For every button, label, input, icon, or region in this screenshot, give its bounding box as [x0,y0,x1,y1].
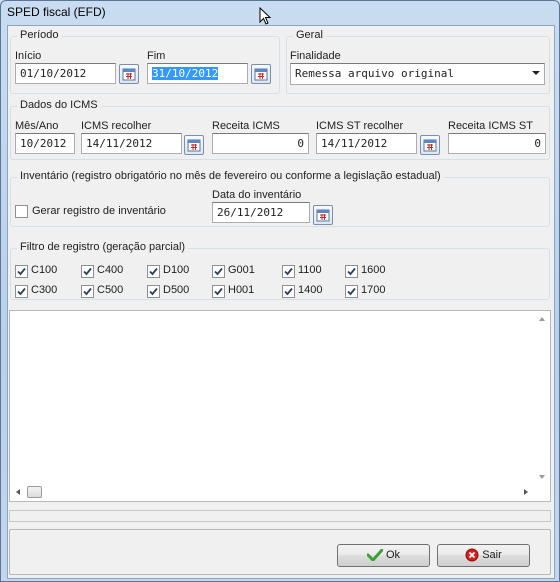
finalidade-value: Remessa arquivo original [295,67,454,80]
checkmark-icon [83,287,92,296]
receita-icms-label: Receita ICMS [212,120,280,132]
periodo-group: Período Início 01/10/2012 Fim 31/10/2012 [10,29,280,94]
dialog-body: Período Início 01/10/2012 Fim 31/10/2012 [7,25,555,579]
horizontal-scrollbar[interactable] [10,484,534,501]
filtro-checkbox-label: G001 [228,264,255,276]
filtro-checkbox[interactable] [15,285,28,298]
finalidade-label: Finalidade [290,50,341,62]
calendar-icon [423,139,437,152]
button-panel: Ok Sair [9,529,551,575]
scroll-down-icon[interactable] [539,475,545,479]
inicio-field[interactable]: 01/10/2012 [15,63,116,84]
mes-ano-field[interactable]: 10/2012 [15,133,75,154]
icms-group-title: Dados do ICMS [17,99,101,111]
receita-icms-st-field[interactable]: 0 [448,133,546,154]
fim-calendar-button[interactable] [251,64,271,84]
filtro-checkbox-label: C400 [97,264,124,276]
fim-field[interactable]: 31/10/2012 [147,63,248,84]
filtro-checkbox[interactable] [212,285,225,298]
icms-recolher-label: ICMS recolher [81,120,152,132]
checkmark-icon [149,267,158,276]
fim-selected-text: 31/10/2012 [152,67,219,80]
inicio-calendar-button[interactable] [119,64,139,84]
fim-label: Fim [147,50,166,62]
filtro-checkbox[interactable] [81,265,94,278]
filtro-checkbox-label: C500 [97,284,124,296]
icms-group: Dados do ICMS Mês/Ano 10/2012 ICMS recol… [10,99,550,160]
checkmark-icon [347,287,356,296]
checkmark-icon [83,267,92,276]
checkmark-icon [17,287,26,296]
vertical-scrollbar[interactable] [534,311,550,485]
filtro-group: Filtro de registro (geração parcial) C10… [10,241,550,300]
periodo-group-title: Período [17,29,62,41]
filtro-checkbox[interactable] [147,265,160,278]
checkmark-icon [347,267,356,276]
sair-button-label: Sair [482,549,502,561]
calendar-icon [122,68,136,81]
filtro-checkbox-label: D100 [163,264,190,276]
inventario-group-title: Inventário (registro obrigatório no mês … [17,170,444,182]
icms-st-recolher-calendar-button[interactable] [420,135,440,155]
geral-group-title: Geral [293,29,326,41]
mes-ano-label: Mês/Ano [15,120,59,132]
data-inventario-label: Data do inventário [212,189,302,201]
horizontal-scroll-thumb[interactable] [27,486,42,498]
scroll-left-icon[interactable] [16,489,20,495]
filtro-checkbox[interactable] [345,265,358,278]
filtro-checkbox-label: 1600 [361,264,386,276]
filtro-checkbox[interactable] [15,265,28,278]
filtro-checkbox[interactable] [345,285,358,298]
filtro-checkbox-label: D500 [163,284,190,296]
inventario-group: Inventário (registro obrigatório no mês … [10,170,550,227]
status-bar [9,510,551,522]
icms-st-recolher-label: ICMS ST recolher [316,120,404,132]
filtro-checkbox-label: 1100 [298,264,322,276]
icms-recolher-calendar-button[interactable] [184,135,204,155]
calendar-icon [254,68,268,81]
filtro-checkbox[interactable] [282,285,295,298]
icms-recolher-field[interactable]: 14/11/2012 [81,133,182,154]
filtro-checkbox[interactable] [212,265,225,278]
calendar-icon [316,209,330,222]
filtro-checkbox-label: 1400 [298,284,323,296]
data-inventario-calendar-button[interactable] [313,205,333,225]
filtro-checkbox[interactable] [147,285,160,298]
sair-button[interactable]: Sair [437,544,530,567]
data-inventario-field[interactable]: 26/11/2012 [212,202,310,223]
log-textarea[interactable] [9,310,551,502]
filtro-checkbox[interactable] [81,285,94,298]
receita-icms-field[interactable]: 0 [212,133,309,154]
chevron-down-icon[interactable] [532,71,540,75]
checkmark-icon [284,267,293,276]
checkmark-icon [214,267,223,276]
mouse-cursor-icon [259,7,271,25]
inicio-label: Início [15,50,42,62]
filtro-checkbox-label: 1700 [361,284,386,296]
scroll-up-icon[interactable] [539,317,545,321]
finalidade-select[interactable]: Remessa arquivo original [290,63,545,85]
checkmark-icon [366,549,383,562]
calendar-icon [187,139,201,152]
geral-group: Geral Finalidade Remessa arquivo origina… [286,29,550,94]
checkmark-icon [17,267,26,276]
filtro-group-title: Filtro de registro (geração parcial) [17,241,189,253]
exit-icon [465,548,479,562]
filtro-checkbox[interactable] [282,265,295,278]
icms-st-recolher-field[interactable]: 14/11/2012 [316,133,417,154]
filtro-checkbox-label: C300 [31,284,58,296]
filtro-checkbox-label: H001 [228,284,255,296]
window-title: SPED fiscal (EFD) [7,5,106,19]
checkmark-icon [284,287,293,296]
ok-button-label: Ok [385,549,401,561]
checkmark-icon [214,287,223,296]
gerar-inventario-checkbox[interactable] [15,205,28,218]
receita-icms-st-label: Receita ICMS ST [448,120,533,132]
gerar-inventario-label: Gerar registro de inventário [32,205,166,217]
checkmark-icon [149,287,158,296]
ok-button[interactable]: Ok [337,544,430,567]
app-window: SPED fiscal (EFD) Período Início 01/10/2… [0,0,560,582]
filtro-checkbox-label: C100 [31,264,58,276]
scroll-right-icon[interactable] [524,489,528,495]
